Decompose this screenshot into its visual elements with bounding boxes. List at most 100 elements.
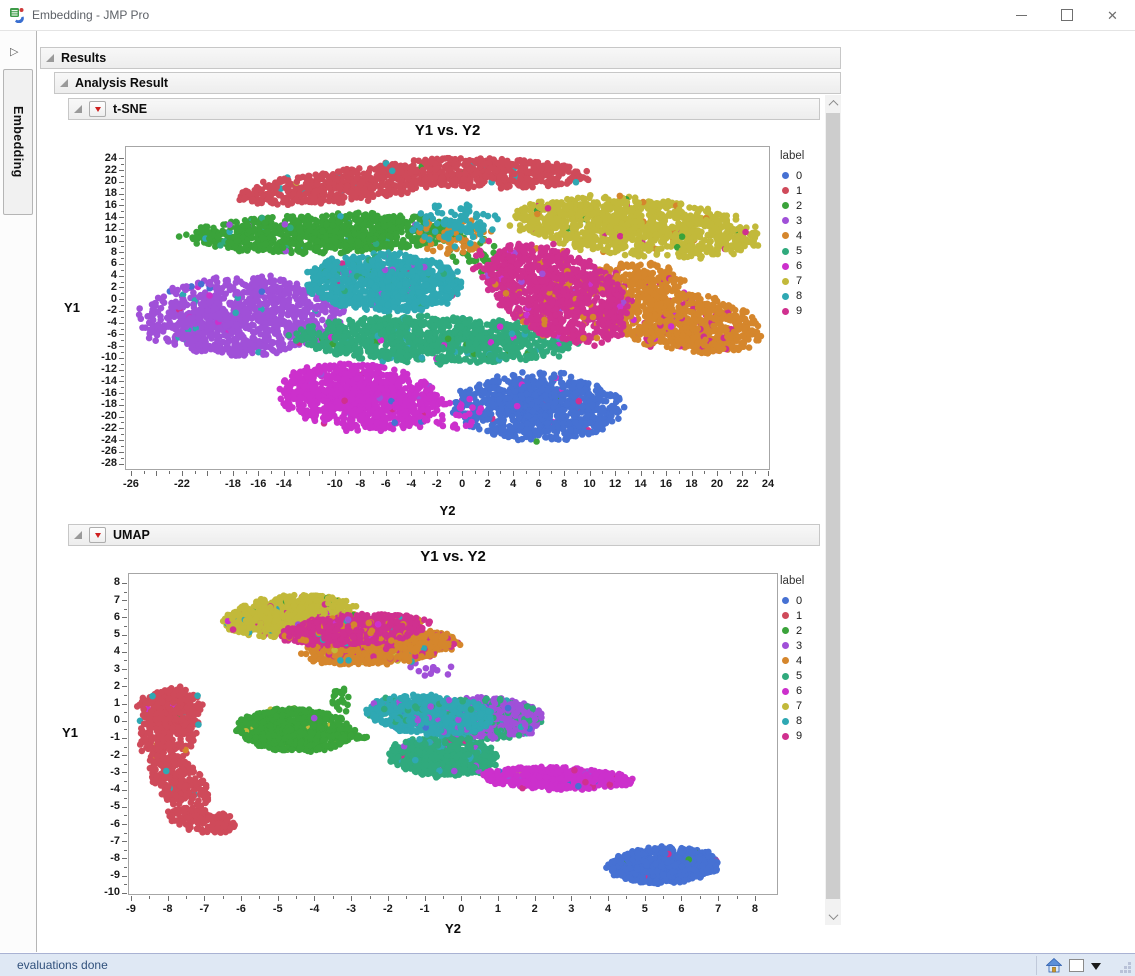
y-minor-tick [124,660,127,662]
dropdown-icon[interactable] [1091,963,1101,975]
legend-swatch-icon [782,717,789,725]
y-tick-label: -5 [110,800,120,813]
x-tick-label: -5 [272,903,283,915]
legend-item[interactable]: 2 [778,623,832,638]
x-tick-label: 6 [678,903,685,915]
x-tick [277,896,279,901]
y-tick-label: 4 [113,645,120,658]
legend-item[interactable]: 9 [778,729,832,744]
x-tick [754,896,756,901]
y-tick [122,720,127,722]
umap-legend: label 0 1 2 3 4 5 6 7 8 9 [778,575,832,744]
x-minor-tick [626,896,628,899]
legend-item[interactable]: 4 [778,653,832,668]
chevron-up-icon [828,99,838,110]
y-tick-label: 5 [113,628,120,641]
umap-plot-title: Y1 vs. Y2 [420,548,486,565]
x-tick-label: -7 [199,903,210,915]
umap-x-axis-label: Y2 [445,921,461,934]
x-tick-label: 5 [641,903,648,915]
y-tick [122,841,127,843]
y-tick-label: 2 [113,679,120,692]
scroll-up-button[interactable] [825,95,841,112]
legend-item[interactable]: 7 [778,699,832,714]
y-tick-label: -10 [104,886,120,899]
x-tick [534,896,536,901]
legend-item[interactable]: 5 [778,668,832,683]
y-minor-tick [124,729,127,731]
x-minor-tick [589,896,591,899]
x-tick-label: 2 [531,903,538,915]
x-tick-label: -2 [382,903,393,915]
legend-swatch-icon [782,627,789,635]
y-tick-label: 0 [113,714,120,727]
y-tick [122,634,127,636]
umap-plot: Y1 vs. Y2 Y1 Y2 label 0 1 2 3 4 5 6 7 8 9 -9 -8 -7 -6… [0,0,1135,976]
y-tick-label: -2 [110,748,120,761]
legend-item-label: 4 [796,654,803,667]
legend-item-label: 0 [796,594,803,607]
legend-item[interactable]: 3 [778,638,832,653]
scrollbar-thumb[interactable] [826,113,840,899]
jmp-window: Embedding - JMP Pro ✕ ▷ Embedding Result… [0,0,1135,976]
legend-item[interactable]: 6 [778,684,832,699]
y-tick-label: 8 [113,576,120,589]
home-icon[interactable] [1046,958,1062,973]
y-tick-label: 7 [113,593,120,606]
y-tick-label: -7 [110,834,120,847]
x-tick-label: -9 [126,903,136,915]
x-tick-label: 7 [715,903,722,915]
y-tick [122,617,127,619]
x-tick [497,896,499,901]
x-minor-tick [479,896,481,899]
x-tick [644,896,646,901]
x-minor-tick [699,896,701,899]
y-minor-tick [124,712,127,714]
y-minor-tick [124,798,127,800]
y-minor-tick [124,832,127,834]
vertical-scrollbar[interactable] [825,95,841,925]
legend-item-label: 6 [796,685,803,698]
x-tick-label: -4 [309,903,320,915]
legend-item-label: 1 [796,609,803,622]
y-tick-label: -6 [110,817,120,830]
y-minor-tick [124,849,127,851]
legend-item[interactable]: 8 [778,714,832,729]
y-minor-tick [124,677,127,679]
chevron-down-icon [828,910,838,921]
status-bar: evaluations done [0,953,1135,976]
x-tick-label: -8 [162,903,173,915]
x-minor-tick [442,896,444,899]
y-tick [122,651,127,653]
scroll-down-button[interactable] [825,908,841,925]
x-tick [571,896,573,901]
x-tick [314,896,316,901]
y-tick [122,892,127,894]
umap-scatter-canvas[interactable] [128,573,778,895]
y-tick-label: -9 [110,869,120,882]
legend-item-label: 9 [796,730,803,743]
y-tick [122,600,127,602]
window-preview-icon[interactable] [1069,959,1084,972]
x-tick [681,896,683,901]
y-minor-tick [124,815,127,817]
y-minor-tick [124,781,127,782]
resize-grip[interactable] [1124,966,1127,969]
legend-item[interactable]: 1 [778,608,832,623]
x-tick-label: 4 [605,903,612,915]
y-tick [122,824,127,826]
y-minor-tick [124,763,127,765]
legend-item-label: 5 [796,670,803,683]
y-minor-tick [124,694,127,696]
legend-item[interactable]: 0 [778,593,832,608]
status-message: evaluations done [17,958,108,972]
legend-swatch-icon [782,687,789,695]
x-tick [241,896,243,901]
x-minor-tick [516,896,518,899]
x-minor-tick [736,896,738,899]
x-tick-label: 3 [568,903,575,915]
y-tick-label: 3 [113,662,120,675]
y-tick [122,669,127,671]
x-minor-tick [663,896,665,899]
x-minor-tick [406,896,408,899]
